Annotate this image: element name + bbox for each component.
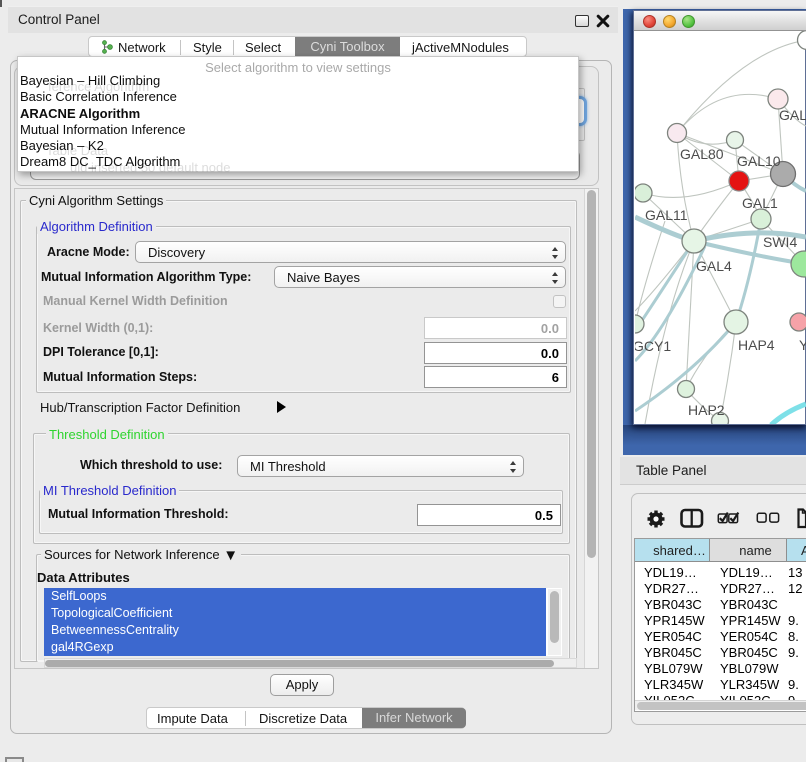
svg-text:GAL10: GAL10 bbox=[737, 153, 781, 169]
svg-text:SWI4: SWI4 bbox=[763, 234, 797, 250]
svg-text:GCY1: GCY1 bbox=[635, 338, 671, 354]
svg-text:GAL: GAL bbox=[779, 107, 806, 123]
svg-text:Y: Y bbox=[799, 337, 806, 353]
svg-text:HAP2: HAP2 bbox=[688, 402, 725, 418]
svg-text:GAL80: GAL80 bbox=[680, 146, 724, 162]
svg-text:GAL4: GAL4 bbox=[696, 258, 732, 274]
svg-text:GAL1: GAL1 bbox=[742, 195, 778, 211]
svg-text:HAP4: HAP4 bbox=[738, 337, 775, 353]
svg-text:GAL11: GAL11 bbox=[645, 207, 688, 223]
